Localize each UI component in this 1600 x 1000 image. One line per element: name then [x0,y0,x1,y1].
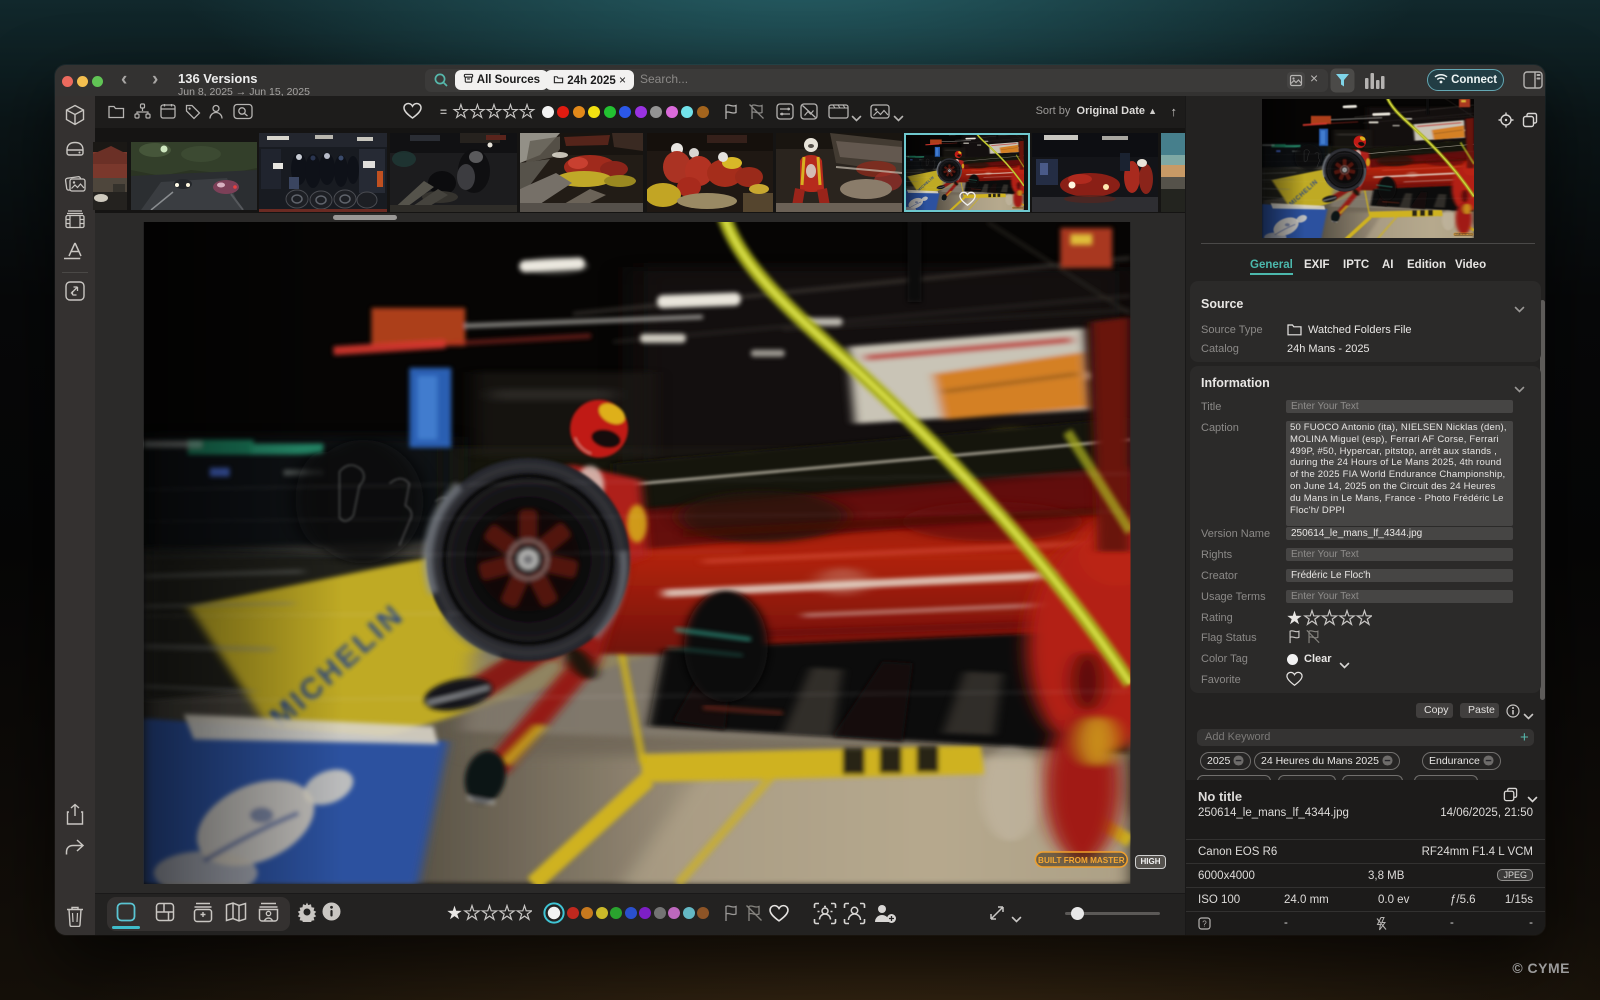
svg-text:?: ? [1202,920,1207,929]
